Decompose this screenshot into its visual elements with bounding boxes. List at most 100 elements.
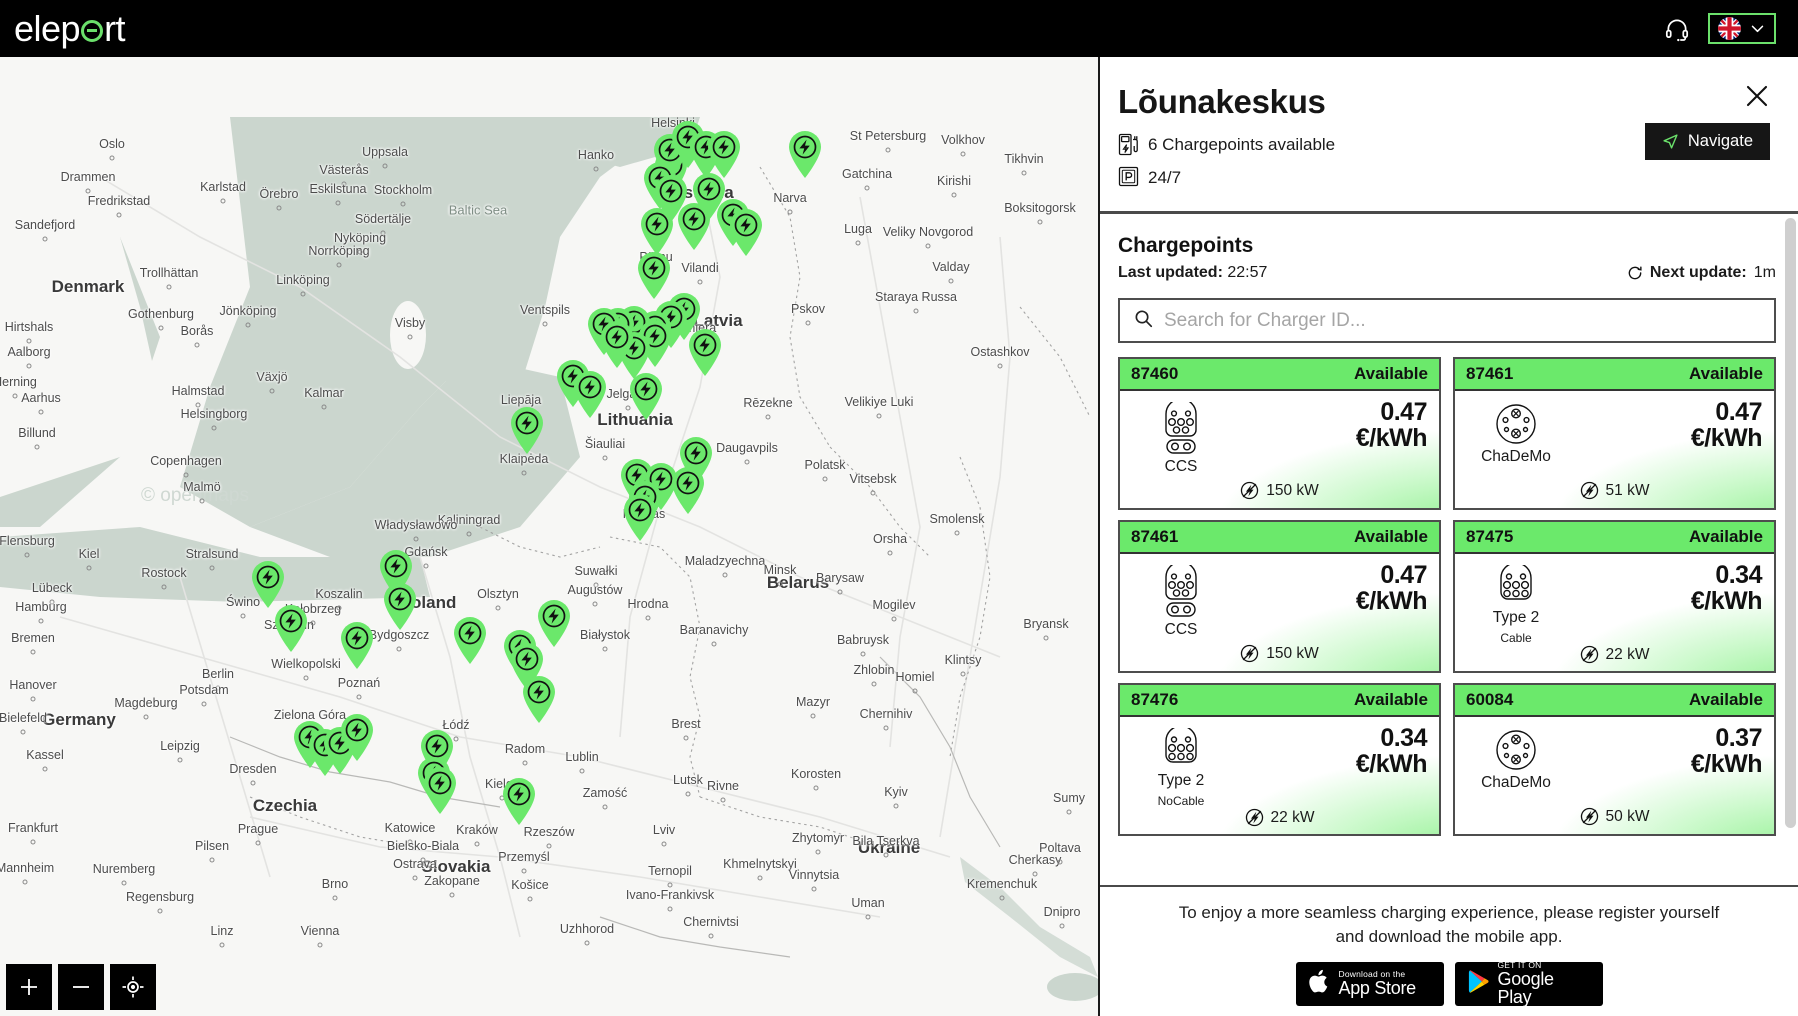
map-city-dot bbox=[813, 785, 819, 791]
price-unit: €/kWh bbox=[1690, 423, 1763, 452]
connector-block: Type 2 NoCable bbox=[1132, 726, 1230, 808]
app-store-button[interactable]: Download on the App Store bbox=[1295, 962, 1444, 1006]
map-city-dot bbox=[201, 701, 207, 707]
map-charger-pin[interactable] bbox=[507, 405, 547, 455]
map-charger-pin[interactable] bbox=[785, 129, 825, 179]
map-charger-pin[interactable] bbox=[570, 369, 610, 419]
map-city-dot bbox=[913, 308, 919, 314]
status-badge: Available bbox=[1688, 364, 1763, 383]
map-city-dot bbox=[1059, 923, 1065, 929]
map-city-dot bbox=[400, 201, 406, 207]
map-city-dot bbox=[474, 841, 480, 847]
google-play-icon bbox=[1467, 969, 1490, 999]
map-charger-pin[interactable] bbox=[637, 206, 677, 256]
map-controls bbox=[6, 964, 156, 1010]
map-charger-pin[interactable] bbox=[620, 492, 660, 542]
uk-flag-icon bbox=[1718, 17, 1741, 40]
search-input[interactable] bbox=[1164, 309, 1760, 332]
map-city-dot bbox=[584, 940, 590, 946]
map-charger-pin[interactable] bbox=[519, 674, 559, 724]
map-charger-pin[interactable] bbox=[685, 327, 725, 377]
power-bolt-icon bbox=[1245, 808, 1264, 827]
chargepoint-card-body: Type 2 Cable 0.34 €/kWh 22 kW bbox=[1455, 554, 1774, 671]
last-updated-value: 22:57 bbox=[1227, 264, 1268, 281]
map-charger-pin[interactable] bbox=[450, 615, 490, 665]
map-charger-pin[interactable] bbox=[597, 319, 637, 369]
connector-type-label: CCS bbox=[1164, 621, 1198, 638]
map-city-dot bbox=[685, 791, 691, 797]
chargepoint-card-header: 60084 Available bbox=[1455, 685, 1774, 717]
chargepoint-card[interactable]: 87475 Available Type 2 Cable 0.34 €/kWh bbox=[1453, 520, 1776, 673]
map-city-dot bbox=[885, 147, 891, 153]
navigate-button-label: Navigate bbox=[1687, 132, 1753, 150]
map-charger-pin[interactable] bbox=[380, 581, 420, 631]
map-canvas[interactable]: Baltic Sea © openmaps Denmark Germany Pola… bbox=[0, 57, 1098, 1016]
search-icon bbox=[1134, 309, 1153, 333]
map-charger-pin[interactable] bbox=[420, 765, 460, 815]
map-city-dot bbox=[777, 581, 783, 587]
chargepoint-card-body: CCS 0.47 €/kWh 150 kW bbox=[1120, 391, 1439, 508]
google-play-button[interactable]: GET IT ON Google Play bbox=[1454, 960, 1603, 1007]
headset-icon[interactable] bbox=[1664, 16, 1690, 42]
chademo-connector-icon bbox=[1494, 728, 1538, 772]
map-charger-pin[interactable] bbox=[668, 465, 708, 515]
map-city-dot bbox=[42, 236, 48, 242]
power-value: 22 kW bbox=[1605, 645, 1650, 663]
map-charger-pin[interactable] bbox=[626, 371, 666, 421]
chargepoint-card-body: ChaDeMo 0.47 €/kWh 51 kW bbox=[1455, 391, 1774, 508]
map-charger-pin[interactable] bbox=[674, 201, 714, 251]
price-block: 0.47 €/kWh bbox=[1356, 562, 1428, 614]
price-value: 0.47 bbox=[1715, 398, 1762, 426]
map-city-dot bbox=[667, 906, 673, 912]
map-city-dot bbox=[883, 852, 889, 858]
locate-me-button[interactable] bbox=[110, 964, 156, 1010]
panel-scrollbar[interactable] bbox=[1785, 218, 1796, 828]
connector-block: CCS bbox=[1132, 400, 1230, 476]
connector-block: ChaDeMo bbox=[1467, 400, 1565, 466]
chargepoint-card[interactable]: 87460 Available CCS 0.47 €/kWh 150 kW bbox=[1118, 357, 1441, 510]
chargepoints-section: Chargepoints Last updated: 22:57 Next up… bbox=[1100, 214, 1798, 885]
map-charger-pin[interactable] bbox=[337, 712, 377, 762]
price-unit: €/kWh bbox=[1355, 749, 1428, 778]
eleport-logo[interactable]: elep rt bbox=[14, 8, 126, 50]
zoom-in-button[interactable] bbox=[6, 964, 52, 1010]
chargepoint-card[interactable]: 87476 Available Type 2 NoCable 0.34 €/kW… bbox=[1118, 683, 1441, 836]
chargepoint-card-grid: 87460 Available CCS 0.47 €/kWh 150 kW 87… bbox=[1118, 357, 1776, 836]
refresh-icon[interactable] bbox=[1627, 265, 1643, 281]
zoom-out-button[interactable] bbox=[58, 964, 104, 1010]
power-value: 50 kW bbox=[1605, 807, 1650, 825]
map-city-dot bbox=[645, 615, 651, 621]
chargepoint-card-body: CCS 0.47 €/kWh 150 kW bbox=[1120, 554, 1439, 671]
map-city-dot bbox=[177, 757, 183, 763]
chargepoints-available-text: 6 Chargepoints available bbox=[1148, 134, 1336, 154]
map-city-dot bbox=[86, 565, 92, 571]
map-city-dot bbox=[527, 896, 533, 902]
status-badge: Available bbox=[1353, 527, 1428, 546]
map-charger-pin[interactable] bbox=[337, 620, 377, 670]
top-bar: elep rt bbox=[0, 0, 1798, 57]
next-update-group: Next update: 1m bbox=[1627, 264, 1776, 282]
chargepoint-card[interactable]: 87461 Available CCS 0.47 €/kWh 150 kW bbox=[1118, 520, 1441, 673]
chargepoint-main-row: ChaDeMo 0.37 €/kWh bbox=[1467, 725, 1762, 792]
map-city-dot bbox=[250, 780, 256, 786]
map-charger-pin[interactable] bbox=[499, 776, 539, 826]
navigate-button[interactable]: Navigate bbox=[1644, 123, 1770, 160]
map-city-dot bbox=[815, 849, 821, 855]
map-city-dot bbox=[960, 671, 966, 677]
price-unit: €/kWh bbox=[1355, 423, 1428, 452]
map-charger-pin[interactable] bbox=[248, 559, 288, 609]
map-city-dot bbox=[276, 205, 282, 211]
map-city-dot bbox=[26, 363, 32, 369]
language-selector[interactable] bbox=[1708, 13, 1776, 44]
chargepoint-card[interactable]: 87461 Available ChaDeMo 0.47 €/kWh 51 kW bbox=[1453, 357, 1776, 510]
map-charger-pin[interactable] bbox=[726, 207, 766, 257]
map-charger-pin[interactable] bbox=[271, 603, 311, 653]
map-city-dot bbox=[194, 342, 200, 348]
apple-icon bbox=[1308, 968, 1331, 1000]
map-city-dot bbox=[157, 908, 163, 914]
chargepoint-card[interactable]: 60084 Available ChaDeMo 0.37 €/kWh 50 kW bbox=[1453, 683, 1776, 836]
charger-search-box[interactable] bbox=[1118, 298, 1776, 343]
close-icon[interactable] bbox=[1744, 83, 1770, 109]
map-city-dot bbox=[215, 685, 221, 691]
connector-block: Type 2 Cable bbox=[1467, 563, 1565, 645]
